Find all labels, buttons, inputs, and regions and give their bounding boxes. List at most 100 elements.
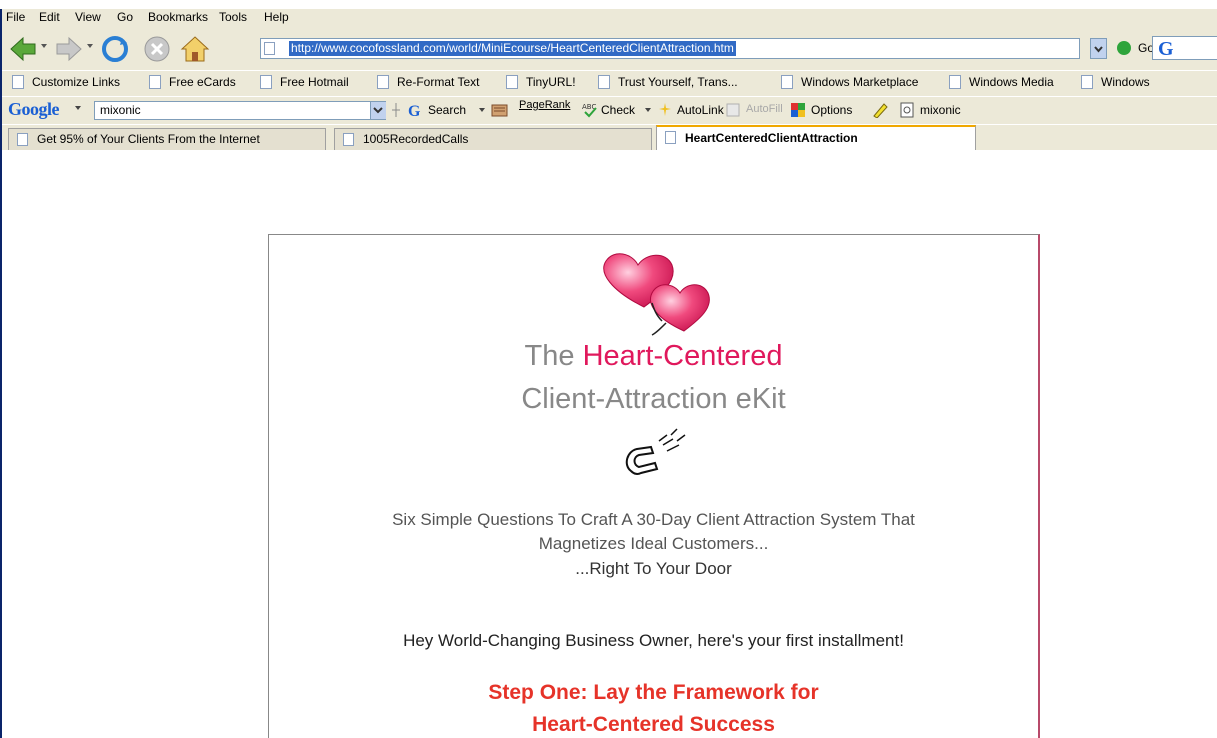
step-heading: Heart-Centered Success	[532, 713, 775, 736]
menu-tools[interactable]: Tools	[219, 10, 247, 24]
back-dropdown-icon[interactable]	[41, 44, 47, 48]
magnet-icon	[625, 428, 686, 476]
tab-label: Get 95% of Your Clients From the Interne…	[37, 132, 260, 146]
title-highlight: Heart-Centered	[582, 340, 783, 372]
svg-text:G: G	[408, 103, 421, 118]
chevron-down-icon	[373, 107, 383, 114]
menu-help[interactable]: Help	[264, 10, 289, 24]
greeting-text: Hey World-Changing Business Owner, here'…	[403, 631, 904, 650]
stop-button[interactable]	[142, 34, 172, 64]
search-dropdown-icon[interactable]	[479, 108, 485, 112]
bookmark-item[interactable]: Free Hotmail	[260, 75, 349, 91]
bookmark-label: Free eCards	[169, 75, 236, 89]
options-icon[interactable]	[790, 102, 806, 118]
google-search-button[interactable]: Search	[428, 103, 466, 117]
back-button[interactable]	[8, 34, 38, 64]
bookmark-label: Windows Media	[969, 75, 1054, 89]
bookmark-label: Trust Yourself, Trans...	[618, 75, 738, 89]
options-button[interactable]: Options	[811, 103, 852, 117]
find-term-icon[interactable]	[899, 102, 915, 118]
google-search-icon[interactable]: G	[407, 102, 423, 120]
menu-bookmarks[interactable]: Bookmarks	[148, 10, 208, 24]
spellcheck-icon[interactable]: ABC	[582, 102, 598, 118]
google-logo[interactable]: Google	[8, 99, 60, 120]
find-term-button[interactable]: mixonic	[920, 103, 961, 117]
chevron-down-icon	[1094, 46, 1103, 53]
check-dropdown-icon[interactable]	[645, 108, 651, 112]
tab-item[interactable]: 1005RecordedCalls	[334, 128, 652, 150]
page-icon	[17, 133, 28, 146]
menu-bar: File Edit View Go Bookmarks Tools Help	[2, 9, 1217, 28]
autolink-button[interactable]: AutoLink	[677, 103, 724, 117]
subtitle-line: Magnetizes Ideal Customers...	[538, 534, 769, 553]
google-search-input[interactable]: mixonic	[94, 101, 386, 120]
url-text[interactable]: http://www.cocofossland.com/world/MiniEc…	[289, 41, 736, 56]
subtitle-line: ...Right To Your Door	[575, 559, 732, 578]
tab-bar: Get 95% of Your Clients From the Interne…	[2, 124, 1217, 151]
home-icon	[180, 36, 210, 62]
bookmark-item[interactable]: Windows	[1081, 75, 1150, 91]
bookmark-label: TinyURL!	[526, 75, 576, 89]
step-heading: Step One: Lay the Framework for	[488, 681, 819, 704]
hearts-icon	[603, 253, 710, 336]
bookmark-item[interactable]: TinyURL!	[506, 75, 576, 91]
news-icon[interactable]	[491, 102, 508, 118]
reload-button[interactable]	[100, 34, 130, 64]
page-title-line1: The Heart-Centered	[269, 340, 1038, 373]
page-icon	[149, 75, 161, 89]
title-prefix: The	[524, 340, 583, 372]
page-icon	[949, 75, 961, 89]
page-icon	[12, 75, 24, 89]
bookmark-label: Windows	[1101, 75, 1150, 89]
bookmark-label: Customize Links	[32, 75, 121, 89]
bookmarks-toolbar: Customize Links Free eCards Free Hotmail…	[2, 70, 1217, 95]
page-icon	[377, 75, 389, 89]
tab-label: 1005RecordedCalls	[363, 132, 469, 146]
page-content: The Heart-Centered Client-Attraction eKi…	[2, 150, 1217, 738]
home-button[interactable]	[180, 34, 210, 64]
url-dropdown-button[interactable]	[1090, 38, 1107, 59]
search-engine-box[interactable]: G	[1152, 36, 1217, 60]
forward-button[interactable]	[54, 34, 84, 64]
google-menu-dropdown-icon[interactable]	[75, 106, 81, 110]
google-toolbar: Google mixonic G Search PageRank ABC Che…	[2, 96, 1217, 123]
page-icon	[343, 133, 354, 146]
menu-view[interactable]: View	[75, 10, 101, 24]
navigation-toolbar: http://www.cocofossland.com/world/MiniEc…	[2, 30, 1217, 68]
page-icon	[260, 75, 272, 89]
forward-arrow-icon	[56, 36, 82, 62]
bookmark-item[interactable]: Re-Format Text	[377, 75, 479, 91]
forward-dropdown-icon[interactable]	[87, 44, 93, 48]
page-icon	[1081, 75, 1093, 89]
tab-item[interactable]: Get 95% of Your Clients From the Interne…	[8, 128, 326, 150]
page-icon	[781, 75, 793, 89]
bookmark-item[interactable]: Free eCards	[149, 75, 236, 91]
menu-file[interactable]: File	[6, 10, 25, 24]
highlighter-icon[interactable]	[871, 102, 888, 119]
go-icon	[1117, 41, 1131, 55]
page-icon	[598, 75, 610, 89]
menu-edit[interactable]: Edit	[39, 10, 60, 24]
ekit-panel: The Heart-Centered Client-Attraction eKi…	[268, 234, 1040, 738]
spellcheck-button[interactable]: Check	[601, 103, 635, 117]
autofill-button[interactable]: AutoFill	[746, 103, 783, 115]
bookmark-label: Re-Format Text	[397, 75, 480, 89]
bookmark-item[interactable]: Windows Marketplace	[781, 75, 918, 91]
autofill-icon[interactable]	[725, 102, 741, 118]
autolink-icon[interactable]	[657, 102, 673, 118]
page-icon	[506, 75, 518, 89]
tab-item-active[interactable]: HeartCenteredClientAttraction	[656, 125, 976, 151]
url-bar[interactable]: http://www.cocofossland.com/world/MiniEc…	[260, 38, 1080, 59]
subtitle-line: Six Simple Questions To Craft A 30-Day C…	[392, 510, 915, 529]
bookmark-item[interactable]: Windows Media	[949, 75, 1054, 91]
back-arrow-icon	[10, 36, 36, 62]
screenshot-frame: ​ ​ File Edit View Go Bookmarks Tools He…	[0, 0, 1217, 738]
bookmark-item[interactable]: Customize Links	[12, 75, 120, 91]
page-icon	[665, 131, 676, 144]
google-search-dropdown[interactable]	[370, 102, 386, 119]
pagerank-indicator[interactable]: PageRank	[519, 99, 570, 111]
page-icon	[264, 42, 275, 55]
menu-go[interactable]: Go	[117, 10, 133, 24]
bookmark-item[interactable]: Trust Yourself, Trans...	[598, 75, 738, 91]
page-title-line2: Client-Attraction eKit	[521, 383, 786, 415]
